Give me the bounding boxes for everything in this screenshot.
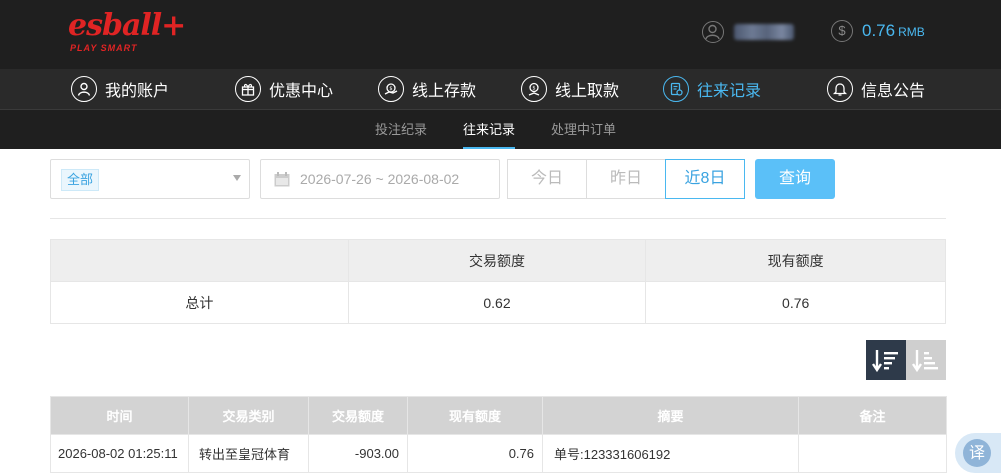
summary-header-blank (50, 239, 349, 282)
summary-header-row: 交易额度 现有额度 (50, 239, 946, 282)
translate-icon: 译 (963, 439, 991, 467)
sub-nav: 投注纪录 往来记录 处理中订单 (0, 109, 1001, 149)
sort-ascending-button[interactable] (906, 340, 946, 380)
cell-type: 转出至皇冠体育 (188, 434, 309, 473)
brand-logo[interactable]: esball+ PLAY SMART (68, 10, 186, 56)
bell-icon (827, 76, 853, 102)
svg-text:$: $ (389, 86, 392, 92)
balance-display: 0.76 RMB (862, 21, 925, 41)
user-icon (71, 76, 97, 102)
selected-type-tag: 全部 (61, 169, 100, 191)
brand-name: esball+ (68, 8, 186, 43)
col-summary: 摘要 (542, 396, 799, 435)
col-type: 交易类别 (188, 396, 309, 435)
cell-note (798, 434, 947, 473)
subnav-pending-orders[interactable]: 处理中订单 (551, 110, 616, 149)
balance-value: 0.76 (862, 21, 896, 40)
nav-label: 优惠中心 (269, 83, 334, 100)
main-nav: 我的账户 优惠中心 $ 线上存款 $ 线上取款 往来记录 信息公告 (0, 69, 1001, 109)
cell-time: 2026-08-02 01:25:11 (50, 434, 189, 473)
date-range-text: 2026-07-26 ~ 2026-08-02 (300, 171, 460, 187)
gift-icon (235, 76, 261, 102)
brand-tagline: PLAY SMART (70, 43, 138, 53)
subnav-transaction-records[interactable]: 往来记录 (463, 110, 516, 149)
sort-asc-icon (912, 350, 938, 373)
records-header-row: 时间 交易类别 交易额度 现有额度 摘要 备注 (50, 396, 947, 435)
sort-desc-icon (872, 350, 898, 373)
col-note: 备注 (798, 396, 947, 435)
user-avatar-icon[interactable] (702, 21, 724, 43)
top-header: esball+ PLAY SMART $ 0.76 RMB (0, 0, 1001, 69)
cell-amount: -903.00 (308, 434, 408, 473)
nav-label: 信息公告 (861, 83, 926, 100)
caret-down-icon (233, 175, 241, 181)
balance-unit: RMB (898, 25, 925, 39)
nav-item-announcements[interactable]: 信息公告 (827, 69, 925, 109)
quick-today-button[interactable]: 今日 (507, 159, 587, 199)
nav-label: 线上存款 (412, 83, 477, 100)
subnav-bet-records[interactable]: 投注纪录 (375, 110, 427, 149)
svg-text:$: $ (532, 86, 535, 92)
sort-descending-button[interactable] (866, 340, 906, 380)
cell-summary: 单号:123331606192 (542, 434, 799, 473)
quick-yesterday-button[interactable]: 昨日 (586, 159, 666, 199)
summary-total-row: 总计 0.62 0.76 (50, 281, 946, 324)
deposit-icon: $ (378, 76, 404, 102)
dollar-coin-icon: $ (831, 20, 853, 42)
quick-8days-button[interactable]: 近8日 (665, 159, 745, 199)
nav-label: 我的账户 (105, 83, 170, 100)
cell-balance: 0.76 (407, 434, 543, 473)
translate-button[interactable]: 译 (955, 433, 1001, 473)
divider (50, 218, 946, 219)
summary-total-amount: 0.62 (347, 281, 647, 324)
username-blurred (734, 24, 794, 40)
date-range-input[interactable]: 2026-07-26 ~ 2026-08-02 (260, 159, 500, 199)
records-icon (663, 76, 689, 102)
summary-header-balance: 现有额度 (645, 239, 946, 282)
nav-item-deposit[interactable]: $ 线上存款 (378, 69, 476, 109)
nav-item-promotions[interactable]: 优惠中心 (235, 69, 333, 109)
summary-total-label: 总计 (50, 281, 349, 324)
withdraw-icon: $ (521, 76, 547, 102)
query-button[interactable]: 查询 (755, 159, 835, 199)
table-row: 2026-08-02 01:25:11 转出至皇冠体育 -903.00 0.76… (50, 434, 947, 473)
summary-total-balance: 0.76 (645, 281, 946, 324)
nav-item-withdraw[interactable]: $ 线上取款 (521, 69, 619, 109)
calendar-icon (274, 172, 290, 187)
nav-label: 线上取款 (555, 83, 620, 100)
transaction-type-select[interactable]: 全部 (50, 159, 250, 199)
summary-table: 交易额度 现有额度 总计 0.62 0.76 (50, 239, 946, 324)
col-balance: 现有额度 (407, 396, 543, 435)
nav-item-my-account[interactable]: 我的账户 (71, 69, 169, 109)
nav-item-records[interactable]: 往来记录 (663, 69, 761, 109)
records-table: 时间 交易类别 交易额度 现有额度 摘要 备注 2026-08-02 01:25… (50, 396, 947, 473)
col-time: 时间 (50, 396, 189, 435)
nav-label: 往来记录 (697, 83, 762, 100)
summary-header-amount: 交易额度 (347, 239, 647, 282)
col-amount: 交易额度 (308, 396, 408, 435)
